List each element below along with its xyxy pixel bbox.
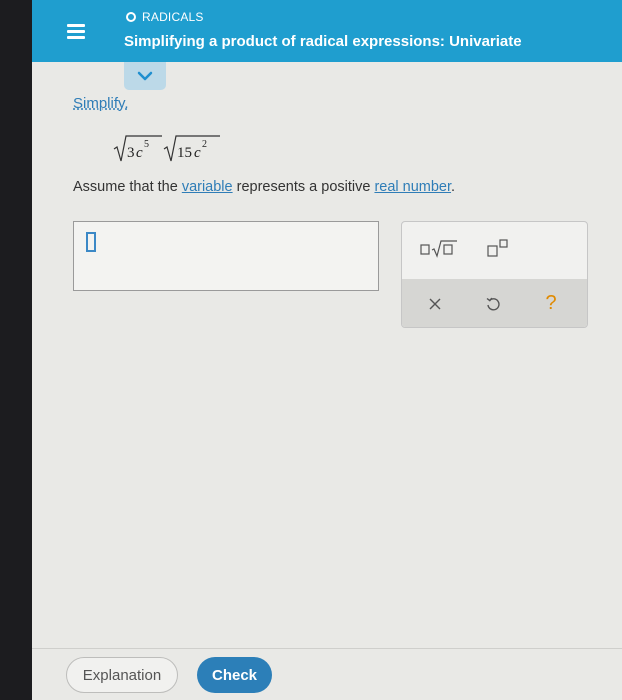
check-button[interactable]: Check: [197, 657, 272, 693]
coefficient-radical-button[interactable]: [416, 236, 462, 260]
page-title: Simplifying a product of radical express…: [124, 33, 522, 50]
radicand-1-coef: 3: [127, 145, 135, 161]
radicand-2-exp: 2: [202, 139, 207, 150]
menu-icon[interactable]: [62, 18, 90, 44]
radicand-1-exp: 5: [144, 139, 149, 150]
real-number-link[interactable]: real number: [374, 179, 451, 195]
radicand-2-coef: 15: [177, 145, 192, 161]
variable-link[interactable]: variable: [182, 179, 233, 195]
assume-text-3: .: [451, 179, 456, 195]
undo-button[interactable]: [480, 291, 506, 317]
clear-icon: [429, 298, 441, 310]
clear-button[interactable]: [422, 291, 448, 317]
radicand-2-var: c: [194, 145, 201, 161]
radical-expression: 3 c 5 15 c 2: [113, 135, 220, 162]
collapse-toggle[interactable]: [124, 62, 166, 90]
exponent-icon: [487, 239, 508, 257]
coefficient-radical-icon: [420, 240, 457, 258]
radical-sign-2: [163, 135, 220, 162]
input-placeholder-box: [86, 232, 96, 252]
exponent-button[interactable]: [478, 236, 518, 260]
math-palette: ?: [401, 221, 588, 328]
assumption-text: Assume that the variable represents a po…: [73, 179, 455, 195]
simplify-link[interactable]: Simplify.: [73, 95, 129, 112]
answer-input[interactable]: [73, 221, 379, 291]
assume-text-2: represents a positive: [232, 179, 375, 195]
help-button[interactable]: ?: [538, 289, 564, 317]
assume-text-1: Assume that the: [73, 179, 182, 195]
undo-icon: [486, 297, 500, 311]
progress-circle-icon: [126, 12, 136, 22]
topic-label: RADICALS: [126, 10, 204, 24]
explanation-button[interactable]: Explanation: [66, 657, 178, 693]
chevron-down-icon: [137, 71, 153, 81]
footer-divider: [32, 648, 622, 649]
top-header: [32, 0, 622, 62]
radicand-1-var: c: [136, 145, 143, 161]
help-icon: ?: [545, 291, 557, 314]
topic-text: RADICALS: [142, 10, 204, 24]
palette-actions: ?: [402, 279, 587, 327]
